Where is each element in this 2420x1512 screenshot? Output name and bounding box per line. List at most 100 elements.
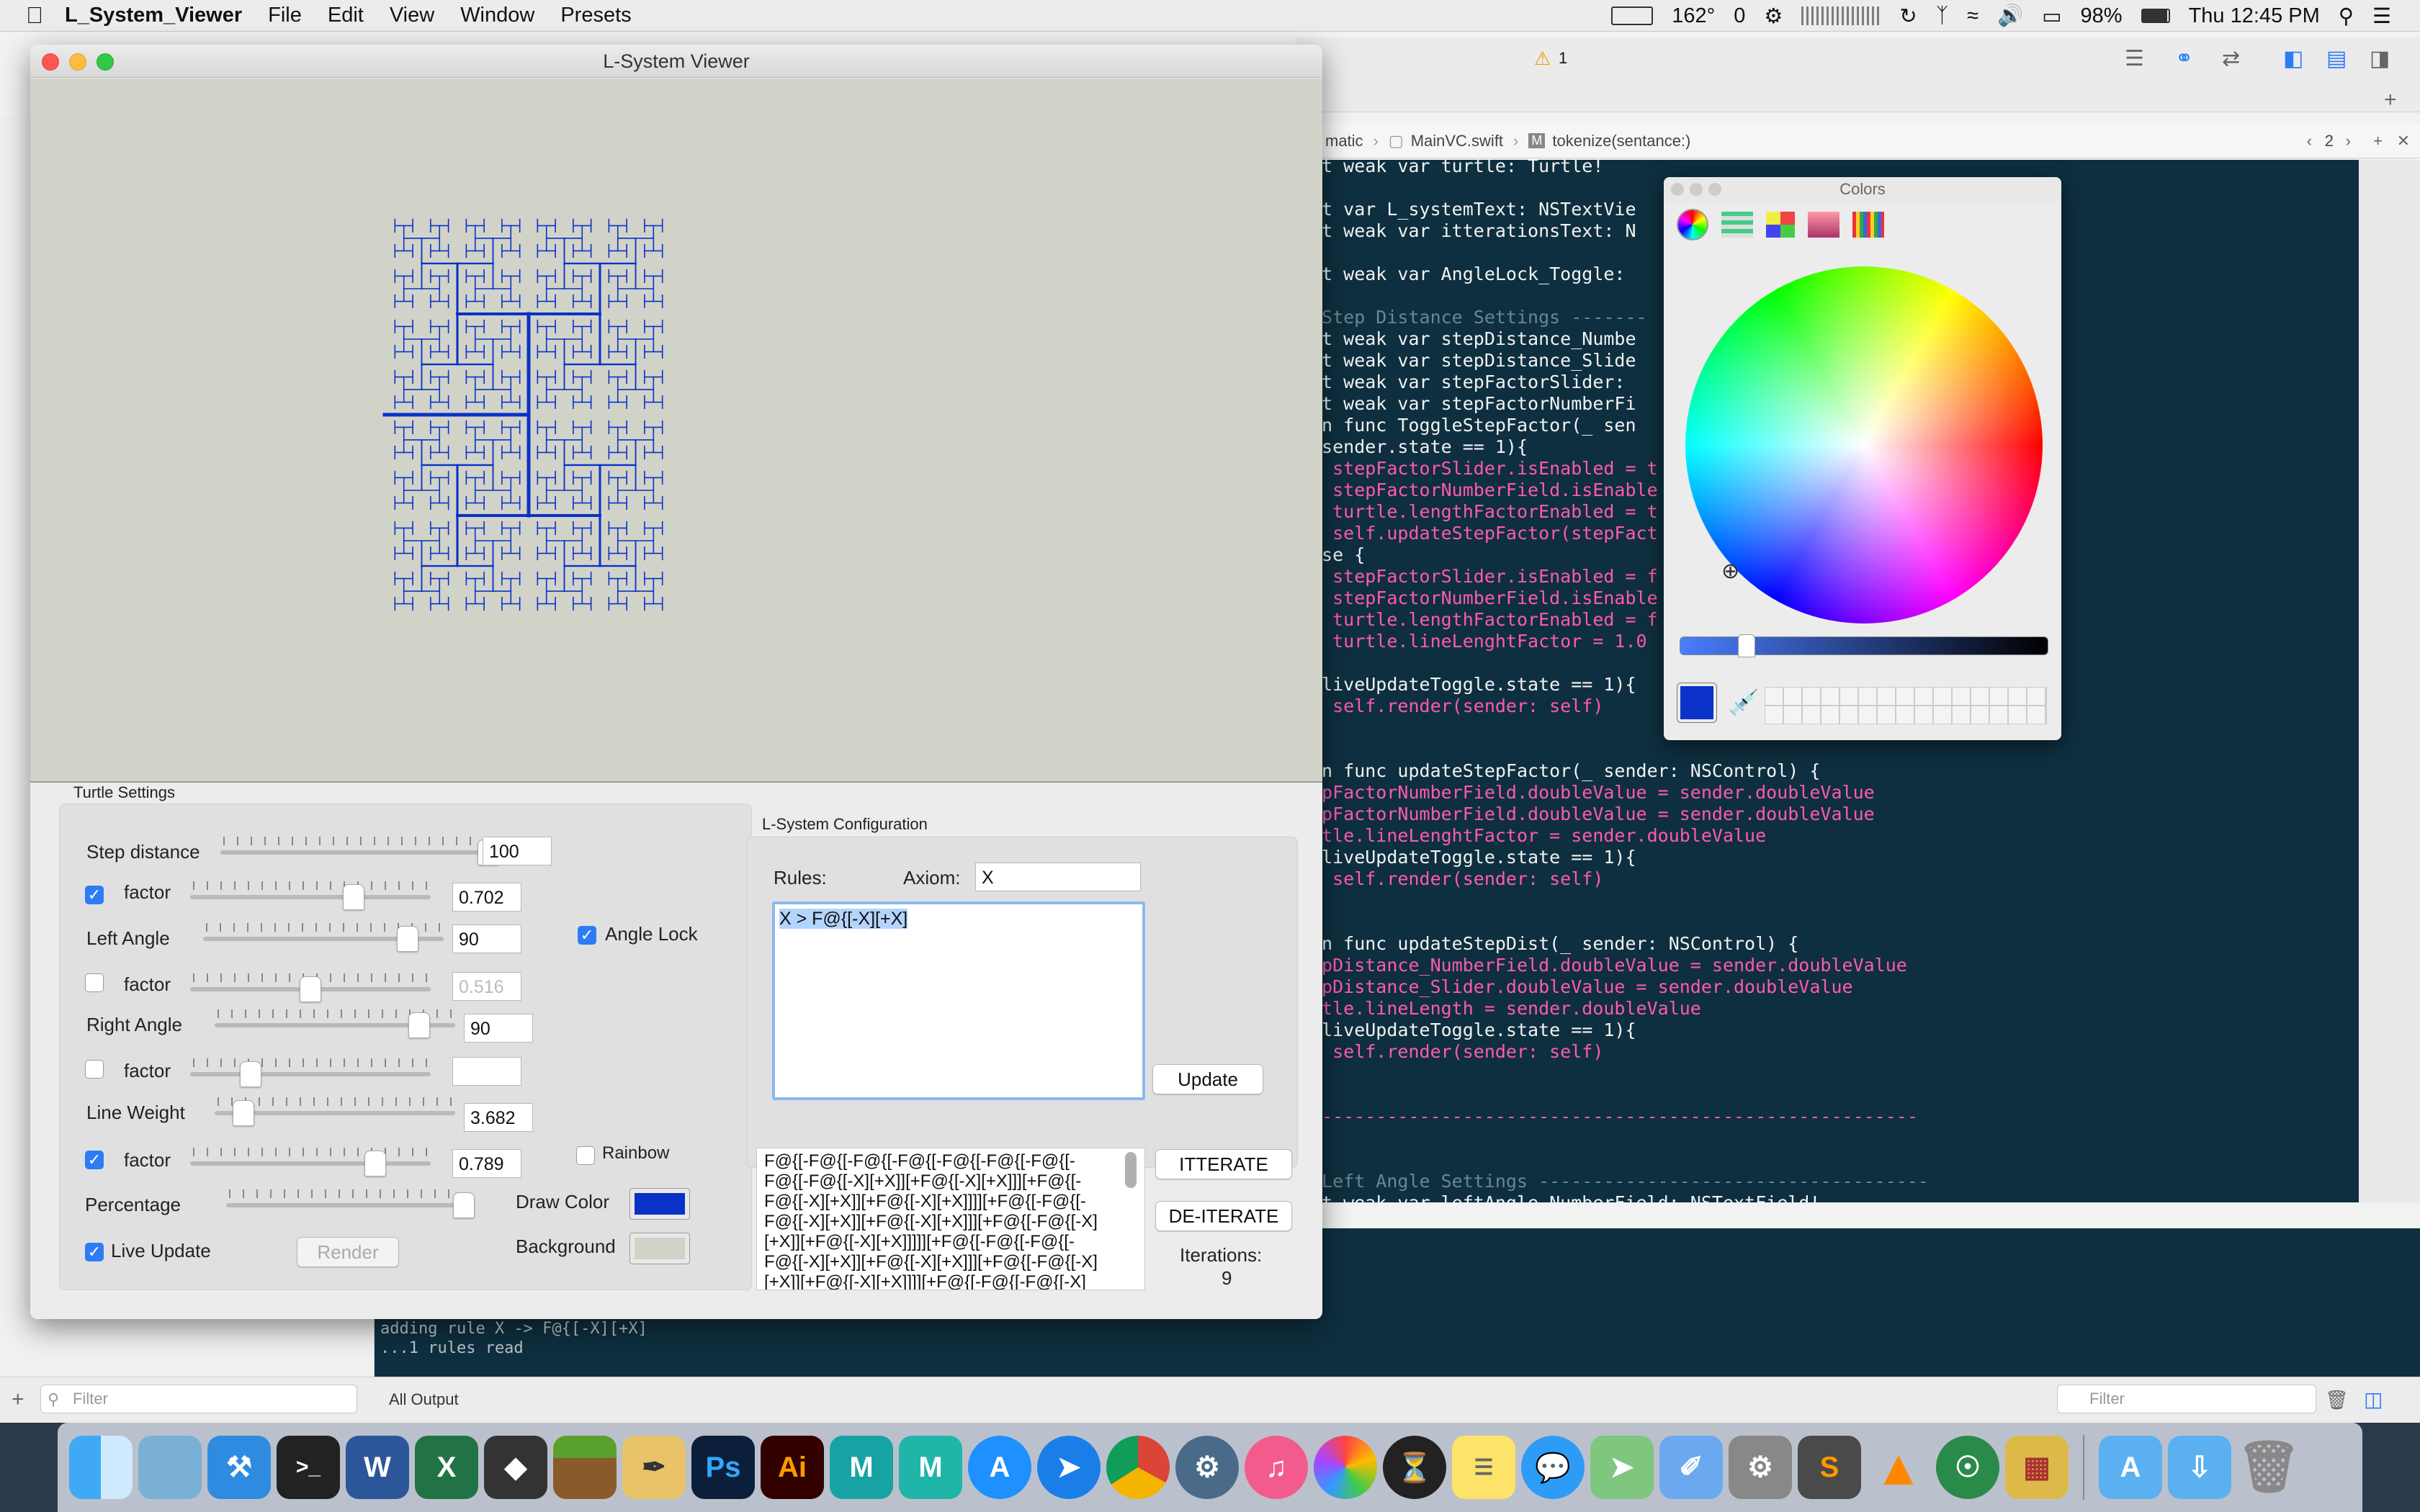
close-button[interactable] [42, 53, 59, 71]
app-store-icon[interactable]: A [968, 1436, 1031, 1499]
right-factor-field[interactable] [452, 1057, 521, 1086]
left-factor-field[interactable]: 0.516 [452, 972, 521, 1001]
minimize-button[interactable] [69, 53, 86, 71]
render-button[interactable]: Render [297, 1237, 399, 1267]
add-file-icon[interactable]: + [12, 1387, 24, 1412]
editor-assistant-icon[interactable]: ⚭ [2175, 46, 2193, 71]
weight-factor-checkbox[interactable]: ✓ [85, 1151, 104, 1169]
notes-icon[interactable]: ☰ [1452, 1436, 1515, 1499]
percentage-slider[interactable] [226, 1189, 475, 1218]
previous-issue-icon[interactable]: ‹ [2307, 132, 2312, 150]
warning-count[interactable]: 1 [1559, 49, 1567, 68]
weight-factor-slider[interactable] [190, 1148, 431, 1176]
console-filter-input[interactable]: Filter [2057, 1385, 2316, 1413]
step-factor-checkbox[interactable]: ✓ [85, 886, 104, 904]
downloads-folder-icon[interactable]: ⇩ [2168, 1436, 2231, 1499]
color-swatch-grid[interactable] [1765, 687, 2047, 724]
right-factor-checkbox[interactable] [85, 1060, 104, 1079]
sublime-text-icon[interactable]: S [1798, 1436, 1861, 1499]
lsystem-viewer-icon[interactable]: ▦ [2005, 1436, 2069, 1499]
split-view-icon[interactable]: ◫ [2364, 1387, 2383, 1411]
update-button[interactable]: Update [1152, 1064, 1263, 1094]
right-factor-slider[interactable] [190, 1058, 431, 1087]
weight-factor-field[interactable]: 0.789 [452, 1149, 521, 1178]
editor-version-icon[interactable]: ⇄ [2222, 46, 2240, 71]
trash-can-icon[interactable]: 🗑 [2237, 1436, 2301, 1499]
output-scrollbar[interactable] [1125, 1152, 1137, 1188]
temperature-status[interactable]: 162° [1672, 4, 1715, 28]
word-icon[interactable]: W [346, 1436, 409, 1499]
right-angle-field[interactable]: 90 [464, 1014, 533, 1043]
image-palettes-tab-icon[interactable] [1808, 212, 1839, 238]
system-preferences-icon[interactable]: ⚙ [1729, 1436, 1792, 1499]
trash-icon[interactable]: 🗑 [2325, 1389, 2349, 1411]
close-icon[interactable] [1671, 183, 1684, 196]
eyedropper-icon[interactable]: 💉 [1729, 688, 1759, 717]
brightness-slider[interactable] [1680, 634, 2048, 657]
wifi-icon[interactable]: ≈ [1967, 4, 1978, 28]
step-distance-field[interactable]: 100 [483, 837, 552, 865]
add-editor-icon[interactable]: + [2373, 132, 2383, 150]
output-textarea[interactable]: F@{[-F@{[-F@{[-F@{[-F@{[-F@{[-F@{[- F@{[-… [756, 1148, 1145, 1290]
palettes-tab-icon[interactable] [1766, 212, 1795, 238]
excel-icon[interactable]: X [415, 1436, 478, 1499]
illustrator-icon[interactable]: Ai [761, 1436, 824, 1499]
chrome-icon[interactable] [1106, 1436, 1170, 1499]
menu-presets[interactable]: Presets [560, 4, 631, 27]
minimize-icon[interactable] [1690, 183, 1703, 196]
editor-standard-icon[interactable]: ☰ [2125, 46, 2144, 71]
battery-percent[interactable]: 98% [2081, 4, 2123, 28]
activity-graph-icon[interactable] [1801, 6, 1881, 25]
warning-icon[interactable]: ⚠ [1534, 48, 1551, 70]
add-tab-icon[interactable]: + [2384, 88, 2397, 112]
finder-icon[interactable] [69, 1436, 133, 1499]
pen-tool-icon[interactable]: ✒ [622, 1436, 686, 1499]
left-angle-field[interactable]: 90 [452, 924, 521, 953]
line-weight-slider[interactable] [215, 1097, 455, 1126]
menu-edit[interactable]: Edit [328, 4, 364, 27]
minecraft-icon[interactable] [553, 1436, 617, 1499]
counter-status[interactable]: 0 [1734, 4, 1745, 28]
search-icon[interactable]: ⚲ [2339, 4, 2354, 29]
left-angle-slider[interactable] [203, 923, 444, 952]
close-editor-icon[interactable]: ✕ [2397, 132, 2410, 150]
battery-icon[interactable] [2141, 9, 2170, 23]
angle-lock-checkbox[interactable]: ✓ [578, 926, 596, 945]
menu-view[interactable]: View [390, 4, 434, 27]
left-factor-slider[interactable] [190, 973, 431, 1002]
current-color-swatch[interactable] [1677, 683, 1717, 723]
navigator-filter-input[interactable]: Filter [40, 1385, 357, 1413]
left-factor-checkbox[interactable] [85, 973, 104, 992]
render-canvas[interactable] [30, 78, 1322, 783]
pencils-tab-icon[interactable] [1852, 212, 1884, 238]
sliders-tab-icon[interactable] [1721, 212, 1753, 238]
next-issue-icon[interactable]: › [2346, 132, 2351, 150]
navigator-toggle-icon[interactable]: ◧ [2283, 46, 2303, 71]
compressor-icon[interactable]: ⚙ [1175, 1436, 1239, 1499]
draw-color-well[interactable] [629, 1188, 690, 1220]
applications-folder-icon[interactable]: A [2099, 1436, 2162, 1499]
background-color-well[interactable] [629, 1233, 690, 1264]
apple-icon[interactable]:  [26, 2, 43, 29]
xcode-icon[interactable]: ⚒ [207, 1436, 271, 1499]
volume-icon[interactable]: 🔊 [1997, 4, 2023, 28]
photos-icon[interactable] [1314, 1436, 1377, 1499]
breadcrumb-project[interactable]: matic [1325, 132, 1363, 150]
time-machine-icon[interactable]: ↻ [1899, 4, 1917, 29]
itunes-icon[interactable]: ♫ [1245, 1436, 1308, 1499]
zoom-icon[interactable] [1708, 183, 1721, 196]
deiterate-button[interactable]: DE-ITERATE [1155, 1201, 1292, 1231]
vlc-icon[interactable]: ▲ [1867, 1436, 1930, 1499]
pencil-app-icon[interactable]: ✐ [1659, 1436, 1723, 1499]
zoom-button[interactable] [97, 53, 114, 71]
gear-icon[interactable]: ⚙ [1764, 4, 1783, 29]
breadcrumb-method[interactable]: tokenize(sentance:) [1552, 132, 1690, 150]
live-update-checkbox[interactable]: ✓ [85, 1243, 104, 1261]
right-angle-slider[interactable] [215, 1009, 455, 1038]
notification-center-icon[interactable]: ☰ [2372, 4, 2391, 29]
terminal-icon[interactable]: >_ [277, 1436, 340, 1499]
maps-icon[interactable]: ➤ [1590, 1436, 1654, 1499]
network-app-icon[interactable]: ☉ [1936, 1436, 1999, 1499]
photoshop-icon[interactable]: Ps [691, 1436, 755, 1499]
maya-icon[interactable]: M [830, 1436, 893, 1499]
